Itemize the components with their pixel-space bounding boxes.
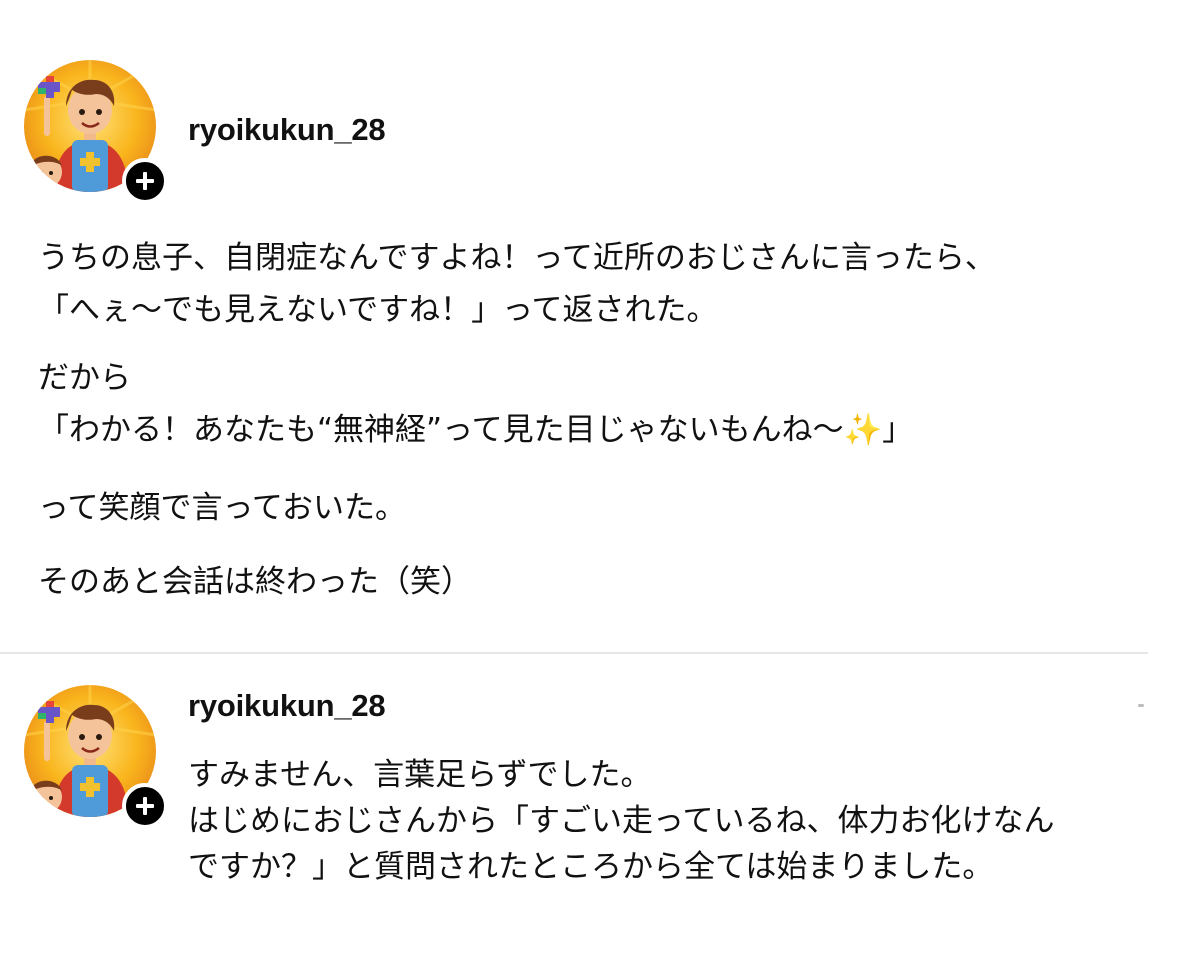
reply-line: すみません、言葉足らずでした。: [188, 757, 652, 793]
post-paragraph: うちの息子、自閉症なんですよね！って近所のおじさんに言ったら、 「へぇ〜でも見え…: [38, 240, 996, 328]
reply-avatar[interactable]: [24, 685, 168, 829]
divider: [0, 652, 1148, 654]
post-paragraph: そのあと会話は終わった（笑）: [38, 564, 472, 600]
reply-username[interactable]: ryoikukun_28: [188, 688, 386, 724]
post-paragraph: って笑顔で言っておいた。: [38, 490, 406, 526]
plus-icon: [136, 797, 154, 815]
post-avatar[interactable]: [24, 60, 168, 204]
post-username[interactable]: ryoikukun_28: [188, 112, 386, 148]
post-body: うちの息子、自閉症なんですよね！って近所のおじさんに言ったら、 「へぇ〜でも見え…: [38, 232, 1168, 608]
reply-body: すみません、言葉足らずでした。 はじめにおじさんから「すごい走っているね、体力お…: [188, 752, 1188, 890]
more-icon[interactable]: [1138, 704, 1144, 707]
follow-button[interactable]: [122, 158, 168, 204]
plus-icon: [136, 172, 154, 190]
follow-button[interactable]: [122, 783, 168, 829]
reply-line: はじめにおじさんから「すごい走っているね、体力お化けなん ですか？」と質問された…: [188, 803, 1055, 885]
post-paragraph: だから 「わかる！あなたも“無神経”って見た目じゃないもんね〜✨」: [38, 360, 914, 448]
